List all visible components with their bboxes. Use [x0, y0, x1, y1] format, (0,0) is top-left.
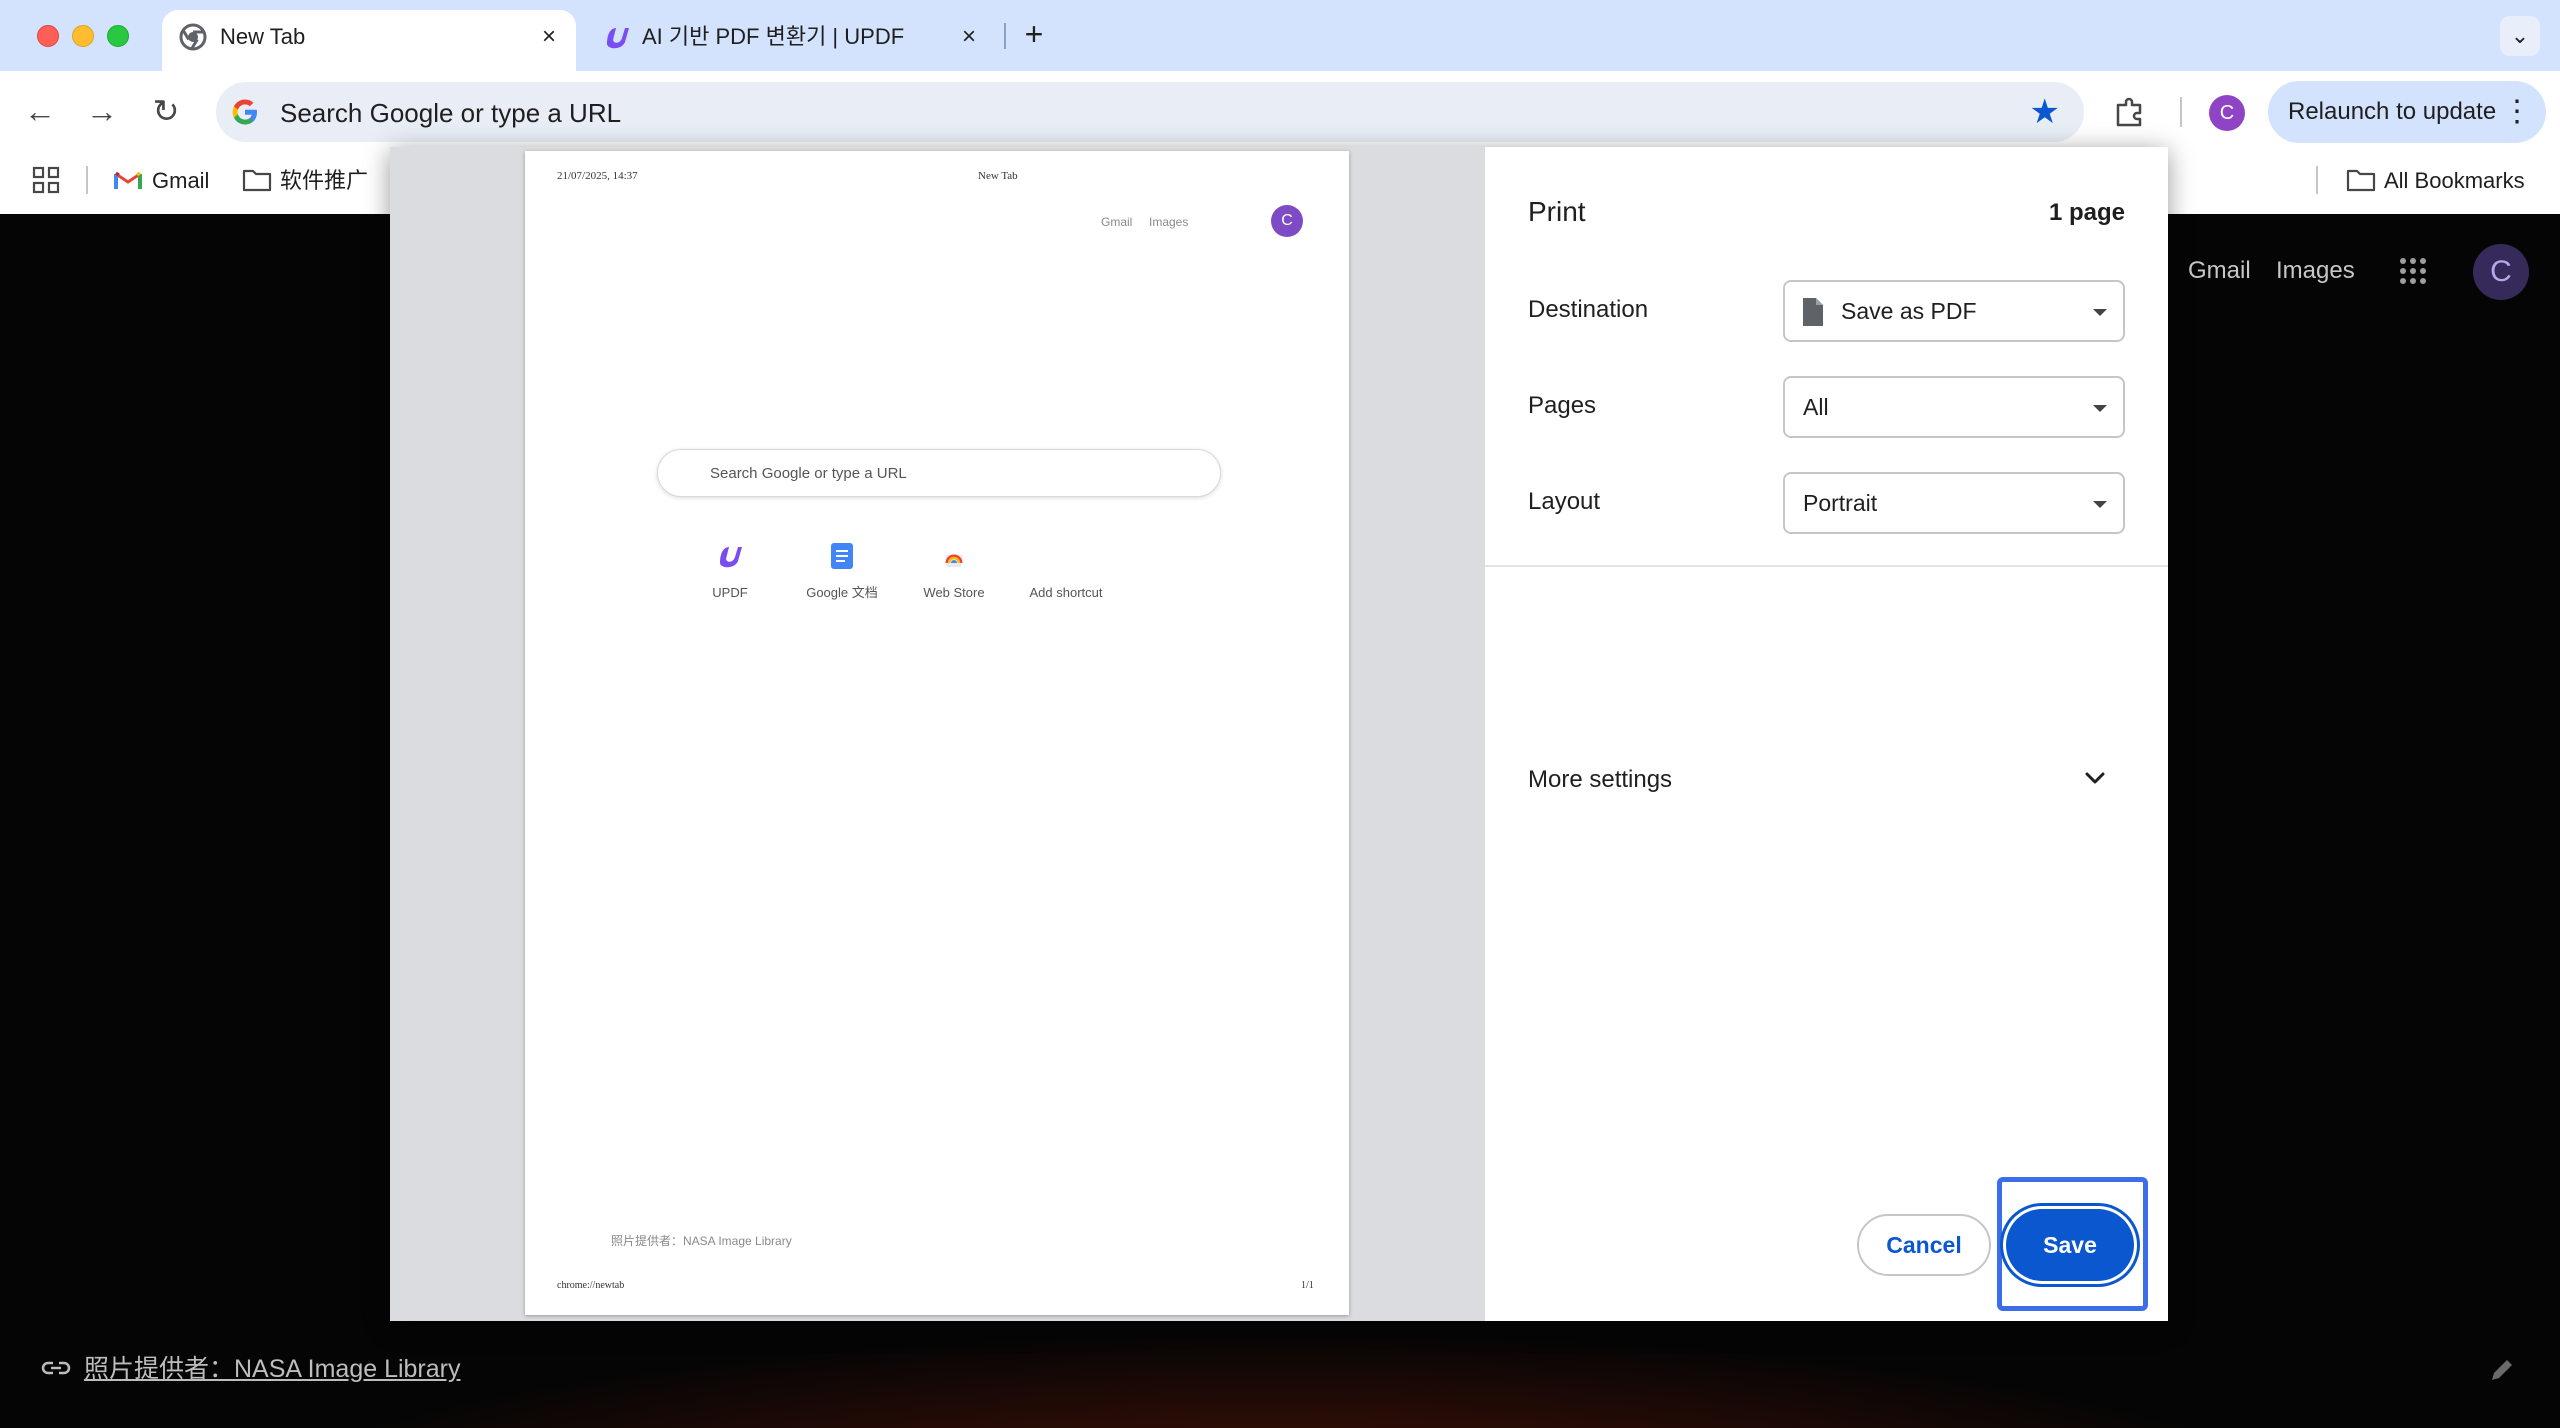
tab-new-tab[interactable]: New Tab ×	[162, 10, 576, 71]
tab-search-button[interactable]: ⌄	[2500, 16, 2540, 56]
all-bookmarks-button[interactable]: All Bookmarks	[2346, 164, 2546, 196]
tab-close-icon[interactable]: ×	[536, 24, 562, 50]
destination-select[interactable]: Save as PDF	[1783, 280, 2125, 342]
folder-icon	[242, 169, 272, 192]
preview-attribution: 照片提供者：NASA Image Library	[611, 1234, 792, 1248]
preview-shortcut: Add shortcut	[1011, 541, 1121, 621]
relaunch-to-update-button[interactable]: Relaunch to update ⋮	[2268, 81, 2546, 143]
tab-title: AI 기반 PDF 변환기 | UPDF	[642, 24, 905, 49]
preview-header-date: 21/07/2025, 14:37	[557, 170, 638, 182]
folder-icon	[2346, 169, 2376, 192]
more-settings-toggle[interactable]: More settings	[1485, 729, 2168, 829]
updf-icon	[607, 28, 629, 49]
more-menu-icon[interactable]: ⋮	[2502, 94, 2532, 130]
preview-shortcut: UPDF	[675, 541, 785, 621]
google-g-icon	[232, 99, 257, 125]
maximize-window-button[interactable]	[107, 25, 129, 47]
print-preview-area: 21/07/2025, 14:37 New Tab Gmail Images C…	[390, 147, 1485, 1321]
print-title: Print	[1528, 196, 1586, 227]
preview-avatar: C	[1271, 205, 1303, 237]
updf-icon	[720, 547, 742, 568]
print-dialog: 21/07/2025, 14:37 New Tab Gmail Images C…	[390, 147, 2168, 1321]
settings-divider	[1485, 565, 2168, 567]
preview-header-title: New Tab	[978, 170, 1018, 182]
web-store-icon	[945, 554, 963, 567]
tab-title: New Tab	[220, 24, 306, 49]
google-docs-icon	[831, 543, 853, 569]
preview-shortcut-label: Web Store	[923, 585, 985, 600]
profile-avatar[interactable]: C	[2209, 95, 2245, 131]
back-button[interactable]: ←	[20, 91, 60, 131]
preview-footer-url: chrome://newtab	[557, 1280, 625, 1291]
preview-shortcut: Web Store	[899, 541, 1009, 621]
forward-button[interactable]: →	[82, 91, 122, 131]
new-tab-button[interactable]: +	[1018, 18, 1050, 50]
extensions-puzzle-icon[interactable]	[2112, 93, 2148, 129]
preview-shortcut-label: Add shortcut	[1029, 585, 1103, 600]
preview-shortcut: Google 文档	[787, 541, 897, 621]
layout-select[interactable]: Portrait	[1783, 472, 2125, 534]
bookmarks-divider	[86, 166, 88, 194]
bookmark-label: All Bookmarks	[2384, 168, 2525, 193]
bookmark-gmail[interactable]: Gmail	[114, 164, 224, 196]
address-bar[interactable]: Search Google or type a URL ★	[216, 82, 2084, 142]
more-settings-label: More settings	[1528, 766, 1673, 793]
preview-search-placeholder: Search Google or type a URL	[710, 465, 907, 482]
gmail-icon	[114, 171, 142, 189]
link-icon	[41, 1361, 71, 1375]
close-window-button[interactable]	[37, 25, 59, 47]
bookmark-label: 软件推广	[280, 168, 369, 193]
dropdown-caret-icon	[2093, 309, 2107, 316]
tab-close-icon[interactable]: ×	[956, 24, 982, 50]
dropdown-caret-icon	[2093, 501, 2107, 508]
layout-label: Layout	[1528, 488, 1601, 515]
preview-search-box: Search Google or type a URL	[657, 449, 1221, 497]
preview-gmail: Gmail	[1101, 215, 1133, 229]
dropdown-caret-icon	[2093, 405, 2107, 412]
bookmarks-divider	[2316, 166, 2318, 194]
pages-label: Pages	[1528, 392, 1597, 419]
bookmark-star-icon[interactable]: ★	[2030, 95, 2060, 129]
preview-images: Images	[1149, 215, 1189, 229]
apps-grid-icon[interactable]	[32, 166, 60, 194]
document-icon	[1803, 298, 1823, 326]
tab-strip: New Tab × AI 기반 PDF 변환기 | UPDF × + ⌄	[0, 0, 2560, 71]
bookmark-folder-software[interactable]: 软件推广	[242, 164, 392, 196]
preview-shortcut-label: Google 文档	[806, 585, 878, 600]
preview-page: 21/07/2025, 14:37 New Tab Gmail Images C…	[525, 151, 1349, 1315]
chevron-down-icon	[2085, 772, 2105, 784]
bookmark-label: Gmail	[152, 168, 210, 193]
browser-toolbar: ← → ↻ Search Google or type a URL ★ C Re…	[0, 71, 2560, 152]
destination-label: Destination	[1528, 296, 1649, 323]
chrome-icon	[179, 23, 207, 51]
customize-pencil-icon[interactable]	[2488, 1356, 2516, 1384]
layout-value: Portrait	[1803, 490, 1878, 516]
print-settings-panel: Print 1 page Destination Save as PDF Pag…	[1485, 147, 2168, 1321]
page-count: 1 page	[2048, 199, 2125, 226]
pages-value: All	[1803, 394, 1829, 420]
reload-button[interactable]: ↻	[146, 91, 186, 131]
cancel-button[interactable]: Cancel	[1857, 1214, 1991, 1276]
toolbar-divider	[2180, 97, 2182, 127]
minimize-window-button[interactable]	[72, 25, 94, 47]
save-button[interactable]: Save	[2006, 1209, 2134, 1281]
pages-select[interactable]: All	[1783, 376, 2125, 438]
destination-value: Save as PDF	[1841, 298, 1977, 324]
address-bar-text: Search Google or type a URL	[280, 98, 622, 128]
ntp-account-avatar[interactable]: C	[2473, 244, 2529, 300]
preview-shortcut-label: UPDF	[712, 585, 748, 600]
ntp-gmail-link[interactable]: Gmail	[2188, 256, 2251, 286]
ntp-images-link[interactable]: Images	[2276, 256, 2355, 286]
preview-footer-page: 1/1	[1301, 1280, 1314, 1291]
relaunch-label: Relaunch to update	[2288, 98, 2497, 125]
google-apps-icon[interactable]	[2398, 256, 2428, 286]
tab-divider	[1004, 23, 1006, 49]
tab-updf[interactable]: AI 기반 PDF 변환기 | UPDF ×	[586, 10, 996, 71]
attribution-link[interactable]: 照片提供者：NASA Image Library	[84, 1354, 461, 1384]
